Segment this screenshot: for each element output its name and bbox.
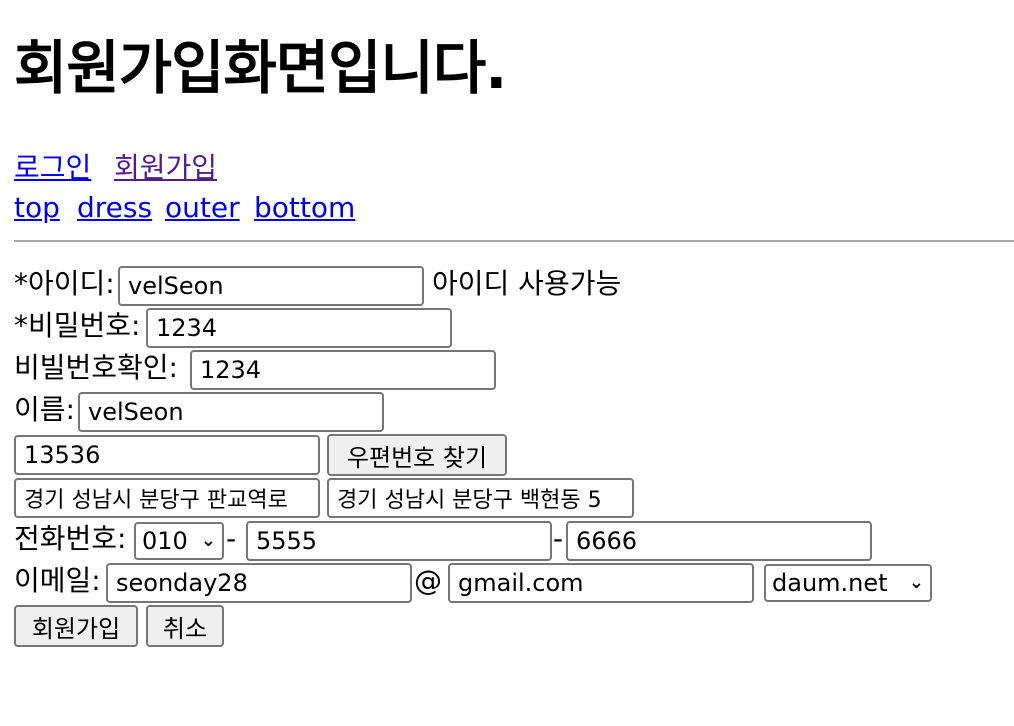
password-label: *비밀번호: bbox=[14, 309, 141, 342]
password-confirm-label: 비빌번호확인: bbox=[14, 351, 178, 384]
page-title: 회원가입화면입니다. bbox=[14, 34, 507, 102]
login-link[interactable]: 로그인 bbox=[14, 150, 91, 186]
join-link[interactable]: 회원가입 bbox=[114, 150, 217, 186]
email-domain-select[interactable]: daum.net ⌄ bbox=[764, 564, 932, 602]
phone-prefix-value: 010 bbox=[142, 527, 188, 555]
phone-separator-1: - bbox=[226, 522, 237, 555]
phone-label: 전화번호: bbox=[14, 522, 127, 555]
phone-last-input[interactable] bbox=[566, 521, 872, 561]
phone-prefix-select[interactable]: 010 ⌄ bbox=[134, 522, 224, 560]
email-at-sign: @ bbox=[414, 564, 442, 597]
email-domain-input[interactable] bbox=[448, 563, 754, 603]
id-input[interactable] bbox=[118, 266, 424, 306]
email-label: 이메일: bbox=[14, 564, 101, 597]
zipcode-search-button[interactable]: 우편번호 찾기 bbox=[327, 434, 507, 476]
name-input[interactable] bbox=[78, 392, 384, 432]
id-label: *아이디: bbox=[14, 267, 115, 300]
submit-button[interactable]: 회원가입 bbox=[14, 605, 138, 647]
category-link-top[interactable]: top bbox=[14, 190, 60, 226]
phone-separator-2: - bbox=[553, 522, 564, 555]
cancel-button[interactable]: 취소 bbox=[146, 605, 224, 647]
category-link-bottom[interactable]: bottom bbox=[254, 190, 355, 226]
email-domain-select-value: daum.net bbox=[772, 569, 888, 597]
phone-middle-input[interactable] bbox=[246, 521, 552, 561]
category-link-outer[interactable]: outer bbox=[165, 190, 240, 226]
password-confirm-input[interactable] bbox=[190, 350, 496, 390]
password-input[interactable] bbox=[146, 308, 452, 348]
email-user-input[interactable] bbox=[106, 563, 412, 603]
category-link-dress[interactable]: dress bbox=[77, 190, 152, 226]
zipcode-input[interactable] bbox=[14, 435, 320, 475]
road-address-input[interactable] bbox=[14, 478, 320, 518]
jibun-address-input[interactable] bbox=[327, 478, 634, 518]
name-label: 이름: bbox=[14, 393, 75, 426]
chevron-down-icon: ⌄ bbox=[908, 572, 924, 593]
chevron-down-icon: ⌄ bbox=[200, 530, 216, 551]
id-status-text: 아이디 사용가능 bbox=[432, 267, 622, 300]
divider bbox=[14, 240, 1014, 242]
